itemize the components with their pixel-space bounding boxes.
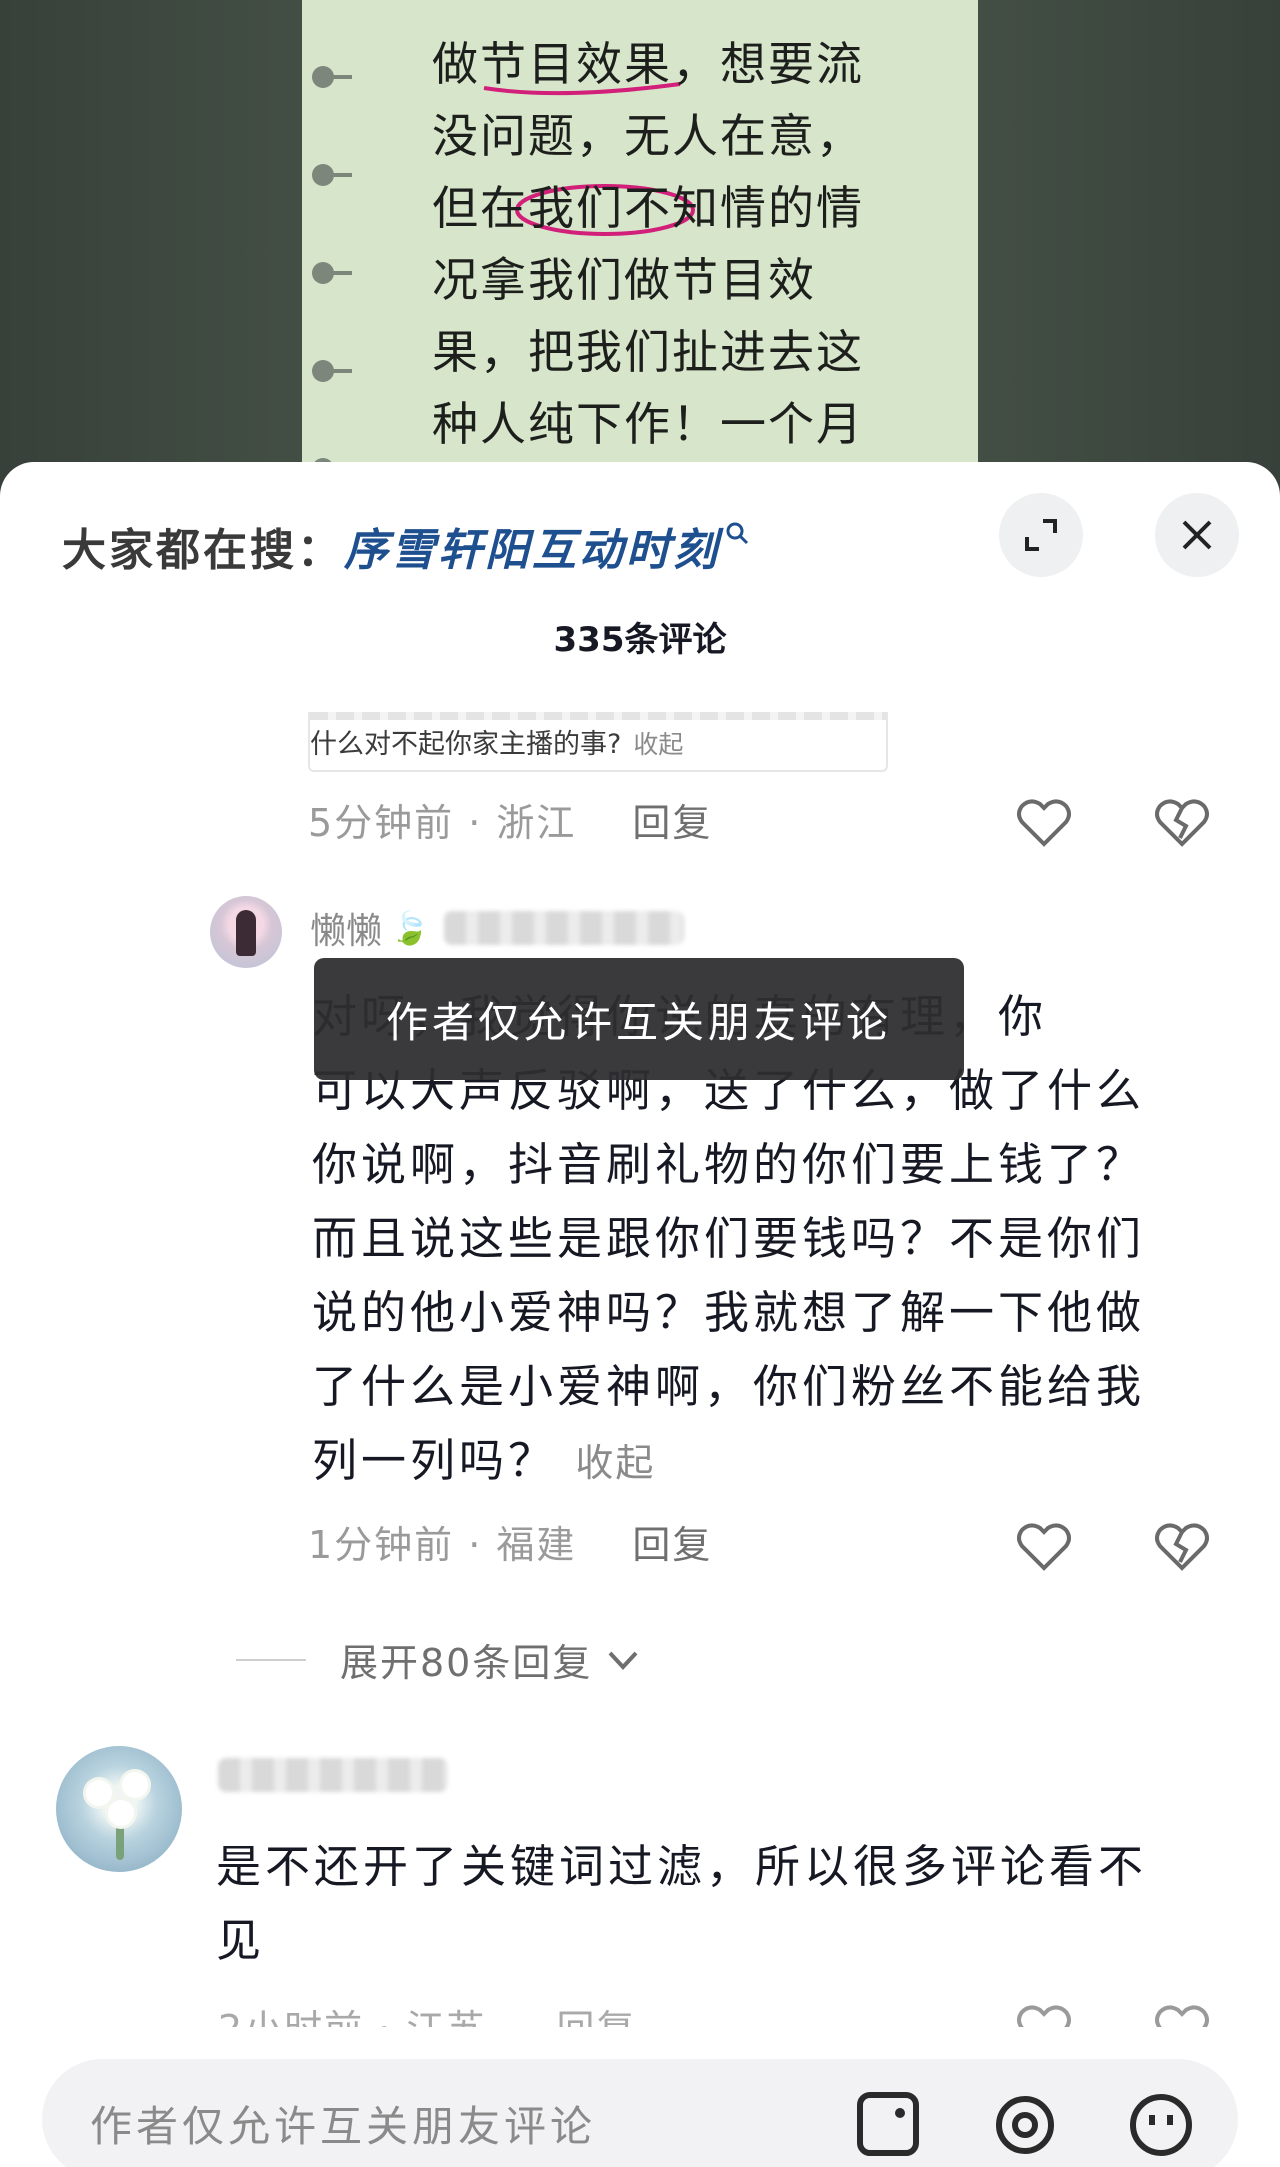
note-line: 但在我们不知情的情 <box>432 181 864 235</box>
comment-input[interactable]: 作者仅允许互关朋友评论 <box>42 2059 1238 2167</box>
search-icon <box>724 520 750 553</box>
note-line: 种人纯下作！一个月 <box>432 397 864 451</box>
binder-hole <box>312 66 352 88</box>
comment-meta: 1分钟前 · 福建 回复 <box>308 1514 712 1569</box>
cut-off-text <box>310 712 886 720</box>
reply-button[interactable]: 回复 <box>632 1514 712 1569</box>
emoji-icon[interactable] <box>1126 2081 1196 2161</box>
comment-meta: 2小时前 · 江苏 回复 <box>218 1998 1118 2028</box>
comment-panel: 大家都在搜： 序雪轩阳互动时刻 335条评论 什么对不起你家主播的事? 收起 5分… <box>0 462 1280 2167</box>
like-icon[interactable] <box>1014 792 1074 852</box>
blurred-username-suffix <box>443 911 684 945</box>
expand-replies-button[interactable]: 展开80条回复 <box>236 1632 642 1687</box>
reply-button[interactable]: 回复 <box>557 2007 637 2028</box>
comment-line: 是不还开了关键词过滤，所以很多评论看不 <box>216 1840 1148 1893</box>
comment-line: 说的他小爱神吗？我就想了解一下他做 <box>312 1286 1146 1339</box>
comment-time-location: 2小时前 · 江苏 <box>218 2007 486 2028</box>
note-line: 况拿我们做节目效 <box>432 253 816 307</box>
comment-line: 而且说这些是跟你们要钱吗？不是你们 <box>312 1212 1146 1265</box>
blurred-username <box>218 1758 448 1792</box>
comment-time-location: 5分钟前 · 浙江 <box>308 801 577 845</box>
comment-line: 你说啊，抖音刷礼物的你们要上钱了？ <box>312 1138 1146 1191</box>
expand-button[interactable] <box>999 493 1083 577</box>
quoted-reply-text: 什么对不起你家主播的事? <box>310 729 622 760</box>
close-icon <box>1182 520 1212 550</box>
dislike-icon[interactable] <box>1152 1998 1212 2028</box>
note-line: 做节目效果，想要流 <box>432 37 864 91</box>
avatar[interactable] <box>210 896 282 968</box>
expand-icon <box>1025 519 1057 551</box>
comment-meta: 5分钟前 · 浙江 回复 <box>308 792 712 847</box>
toast-message: 作者仅允许互关朋友评论 <box>314 958 964 1080</box>
comment-username[interactable]: 懒懒 🍃 <box>310 902 684 954</box>
comment-body: 是不还开了关键词过滤，所以很多评论看不 见 <box>216 1830 1147 1978</box>
comment-line: 了什么是小爱神啊，你们粉丝不能给我 <box>312 1360 1146 1413</box>
video-note-text: 做节目效果，想要流 没问题，无人在意， 但在我们不知情的情 况拿我们做节目效 果… <box>432 28 952 460</box>
dislike-icon[interactable] <box>1152 792 1212 852</box>
leaf-icon: 🍃 <box>390 909 430 947</box>
comment-count: 335条评论 <box>553 620 727 660</box>
binder-hole <box>312 164 352 186</box>
comment-time-location: 1分钟前 · 福建 <box>308 1523 577 1567</box>
binder-hole <box>312 262 352 284</box>
binder-hole <box>312 360 352 382</box>
comment-line: 列一列吗？ <box>312 1434 558 1487</box>
trending-search-term[interactable]: 序雪轩阳互动时刻 <box>344 514 720 578</box>
comment-username[interactable] <box>218 1758 448 1792</box>
username-text: 懒懒 <box>310 911 383 952</box>
expand-replies-label: 展开80条回复 <box>340 1641 593 1685</box>
like-icon[interactable] <box>1014 1516 1074 1576</box>
close-button[interactable] <box>1155 493 1239 577</box>
divider-line <box>236 1658 306 1661</box>
note-line: 没问题，无人在意， <box>432 109 864 163</box>
note-line: 果，把我们扯进去这 <box>432 325 864 379</box>
like-icon[interactable] <box>1014 1998 1074 2028</box>
collapse-link[interactable]: 收起 <box>575 1441 655 1485</box>
collapse-link[interactable]: 收起 <box>633 730 683 759</box>
reply-button[interactable]: 回复 <box>632 792 712 847</box>
trending-search[interactable]: 大家都在搜： 序雪轩阳互动时刻 <box>62 506 962 586</box>
dislike-icon[interactable] <box>1152 1516 1212 1576</box>
avatar[interactable] <box>56 1746 182 1872</box>
trending-search-prefix: 大家都在搜： <box>62 525 344 576</box>
image-icon[interactable] <box>854 2081 924 2161</box>
chevron-down-icon <box>608 1651 638 1670</box>
quoted-reply-card: 什么对不起你家主播的事? 收起 <box>308 712 888 772</box>
comment-input-bar: 作者仅允许互关朋友评论 <box>0 2027 1280 2167</box>
at-mention-icon[interactable] <box>990 2081 1060 2161</box>
input-placeholder: 作者仅允许互关朋友评论 <box>90 2102 597 2151</box>
comment-line: 见 <box>216 1914 266 1967</box>
